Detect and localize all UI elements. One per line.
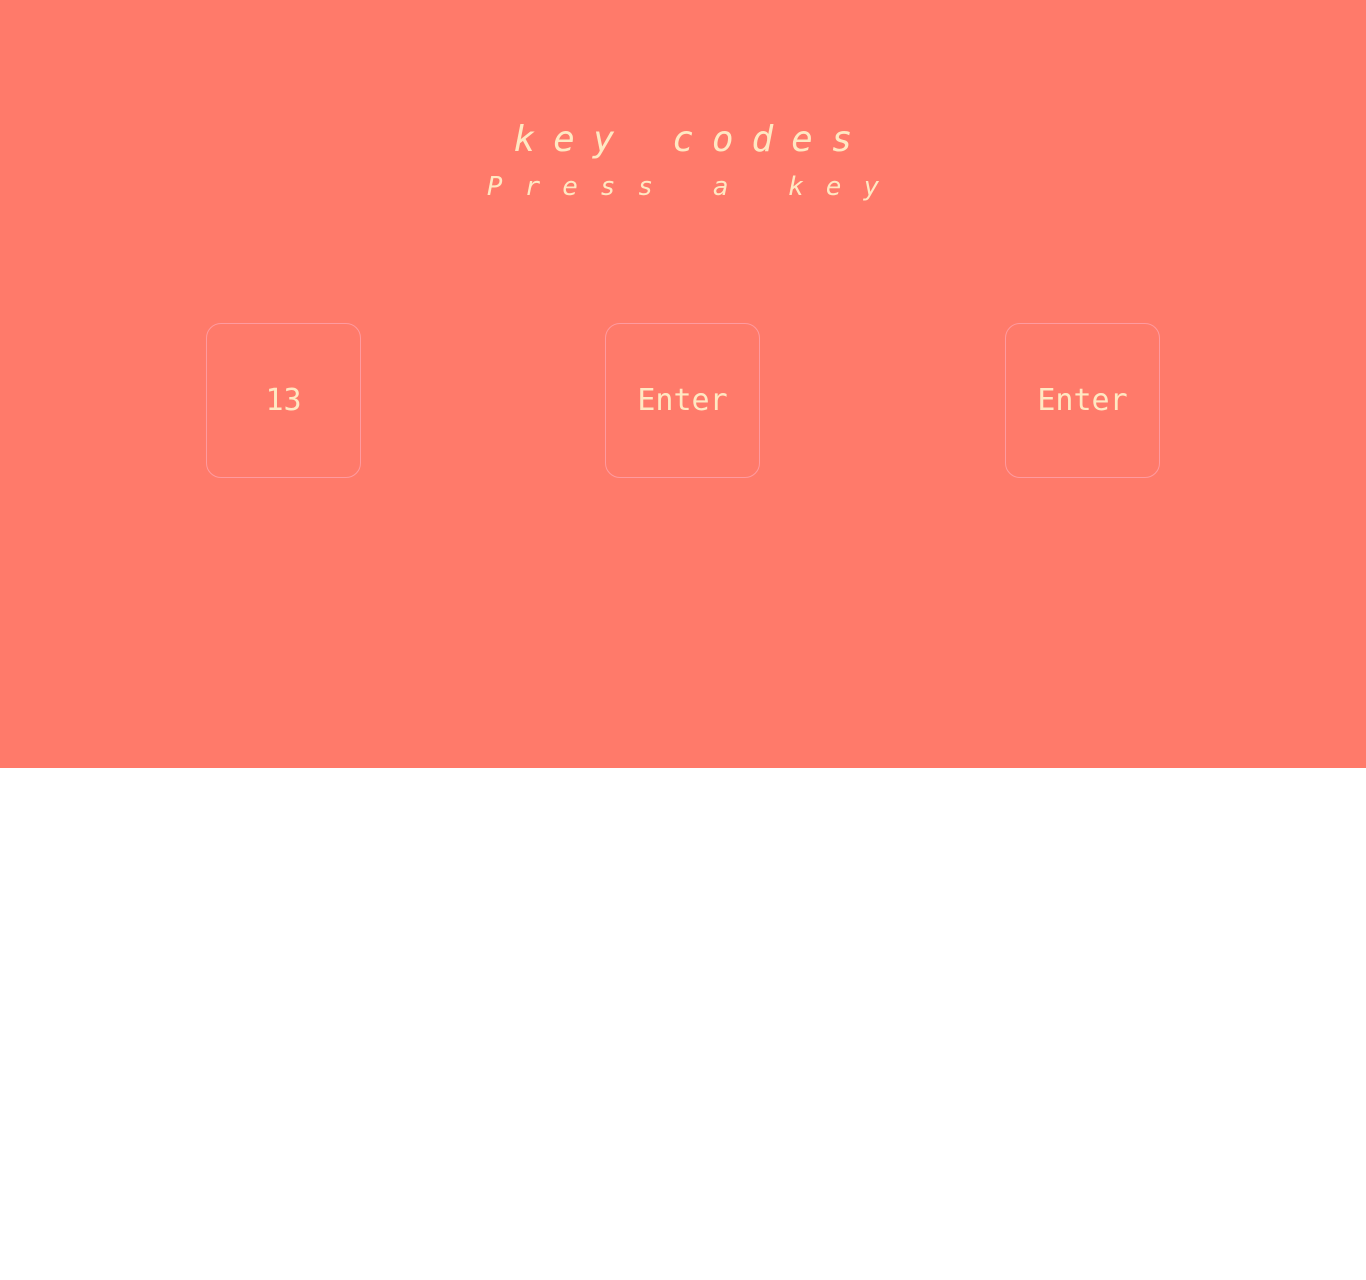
keycode-value: 13	[265, 382, 302, 418]
page-title: Key Codes	[513, 119, 871, 160]
instruction-text: Press a key	[486, 172, 902, 202]
key-value: Enter	[637, 382, 728, 418]
code-box: Enter	[1005, 323, 1160, 478]
key-box: Enter	[605, 323, 760, 478]
keycode-box: 13	[206, 323, 361, 478]
key-codes-panel: Key Codes Press a key 13 Enter Enter	[0, 0, 1366, 768]
code-value: Enter	[1037, 382, 1128, 418]
